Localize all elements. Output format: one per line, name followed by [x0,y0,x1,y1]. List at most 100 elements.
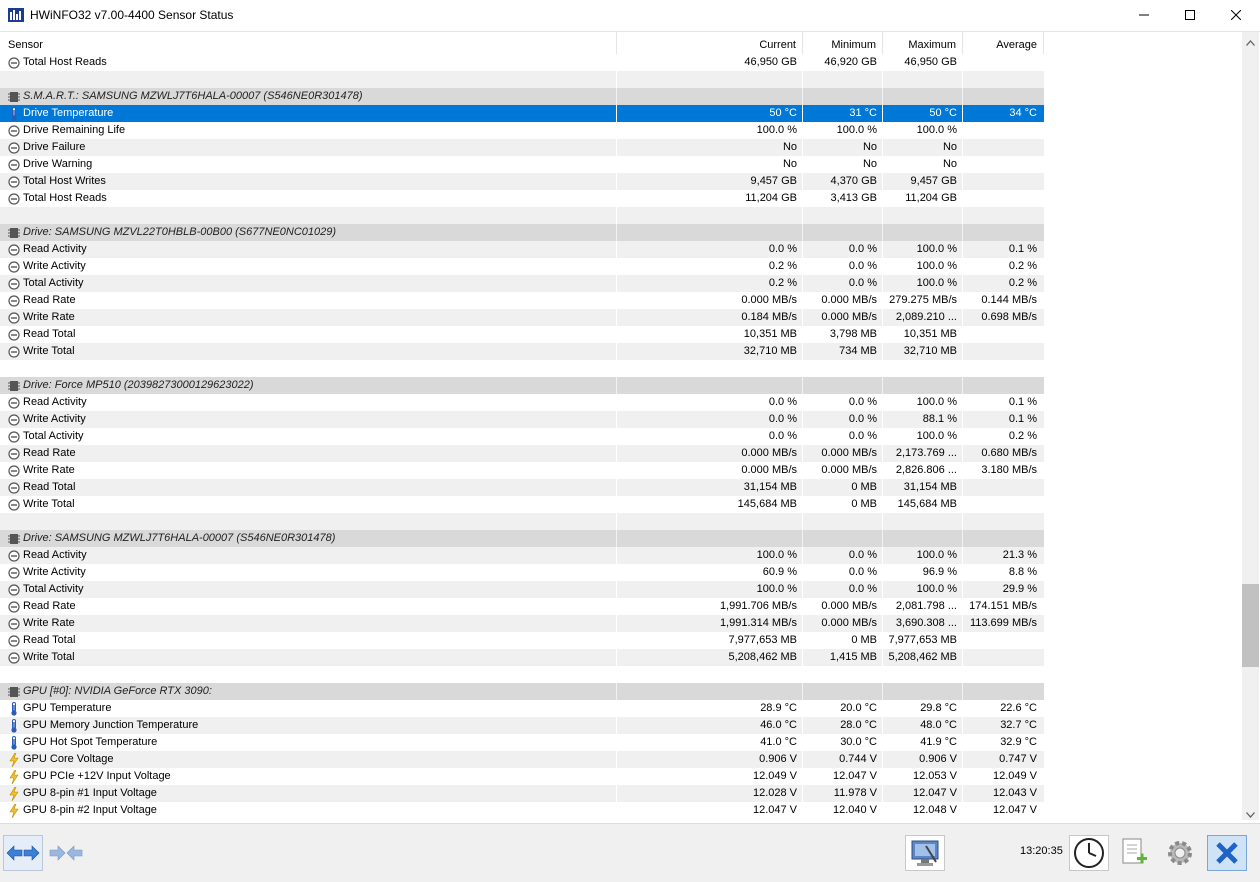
sensor-row[interactable]: Write Total 145,684 MB 0 MB 145,684 MB [0,496,1044,513]
timer-button[interactable] [1069,835,1109,871]
current-value: 0.0 % [768,243,797,255]
scroll-down-button[interactable] [1242,806,1259,823]
sensor-row[interactable]: Drive Warning No No No [0,156,1044,173]
sensor-group-header[interactable]: Drive: SAMSUNG MZVL22T0HBLB-00B00 (S677N… [0,224,1044,241]
sensor-row[interactable]: GPU PCIe +12V Input Voltage 12.049 V 12.04… [0,768,1044,785]
sensor-name-cell: Total Host Reads [8,54,107,71]
sensor-row[interactable]: Write Rate 1,991.314 MB/s 0.000 MB/s 3,690.… [0,615,1044,632]
sensor-row[interactable]: Drive Failure No No No [0,139,1044,156]
column-divider [802,224,803,241]
column-header-current[interactable]: Current [617,32,803,54]
sensor-group-header[interactable]: GPU [#0]: NVIDIA GeForce RTX 3090: [0,683,1044,700]
average-value [963,54,1043,71]
layout-arrows-alt-button[interactable] [46,835,86,871]
sensor-label: Read Total [23,328,76,340]
sensor-row[interactable]: Write Activity 0.0 % 0.0 % 88.1 % 0.1 % [0,411,1044,428]
maximize-button[interactable] [1167,0,1213,30]
sensor-group-header[interactable]: Drive: SAMSUNG MZWLJ7T6HALA-00007 (S546N… [0,530,1044,547]
sensor-row[interactable]: Total Host Writes 9,457 GB 4,370 GB 9,457 G… [0,173,1044,190]
sensor-row[interactable]: GPU 8-pin #2 Input Voltage 12.047 V 12.040… [0,802,1044,819]
vertical-scrollbar[interactable] [1242,32,1259,820]
column-divider [802,666,803,683]
minimum-value: 0.0 % [848,566,877,578]
sensor-row[interactable]: Read Rate 1,991.706 MB/s 0.000 MB/s 2,081.7… [0,598,1044,615]
sensor-group-header[interactable]: S.M.A.R.T.: SAMSUNG MZWLJ7T6HALA-00007 (… [0,88,1044,105]
scroll-up-button[interactable] [1242,34,1259,51]
sensor-group-header[interactable]: Drive: Force MP510 (20398273000129623022… [0,377,1044,394]
sensor-name-cell: S.M.A.R.T.: SAMSUNG MZWLJ7T6HALA-00007 (… [8,88,363,105]
sensor-row[interactable]: Read Activity 0.0 % 0.0 % 100.0 % 0.1 % [0,394,1044,411]
close-window-button[interactable] [1213,0,1259,30]
sensor-label: Write Total [23,498,75,510]
sensor-row[interactable]: Total Activity 100.0 % 0.0 % 100.0 % 29.9 % [0,581,1044,598]
column-header-minimum[interactable]: Minimum [803,32,883,54]
minimize-button[interactable] [1121,0,1167,30]
sensor-row[interactable]: GPU 8-pin #1 Input Voltage 12.028 V 11.978… [0,785,1044,802]
current-value: 12.047 V [752,804,797,816]
minimum-value: No [862,158,877,170]
current-value: 50 °C [769,107,797,119]
maximize-icon [1185,10,1195,20]
column-divider [962,224,963,241]
sensor-name-cell: GPU Memory Junction Temperature [8,717,198,734]
average-value [963,496,1043,513]
sensor-row[interactable]: Drive Temperature 50 °C 31 °C 50 °C 34 °C [0,105,1044,122]
sensor-row[interactable]: Total Activity 0.0 % 0.0 % 100.0 % 0.2 % [0,428,1044,445]
sensor-row[interactable]: Total Host Reads 46,950 GB 46,920 GB 46,950… [0,54,1044,71]
sensor-row[interactable]: GPU Temperature 28.9 °C 20.0 °C 29.8 °C 22.6… [0,700,1044,717]
settings-button[interactable] [1160,835,1200,871]
sensor-row[interactable]: Read Total 7,977,653 MB 0 MB 7,977,653 MB [0,632,1044,649]
sensor-row[interactable]: Read Total 10,351 MB 3,798 MB 10,351 MB [0,326,1044,343]
layout-arrows-button[interactable] [3,835,43,871]
column-divider [616,71,617,88]
sensor-row[interactable]: Total Activity 0.2 % 0.0 % 100.0 % 0.2 % [0,275,1044,292]
maximum-value: 31,154 MB [903,481,957,493]
column-header-maximum[interactable]: Maximum [883,32,963,54]
sensor-row[interactable]: Read Activity 100.0 % 0.0 % 100.0 % 21.3 % [0,547,1044,564]
column-divider [962,71,963,88]
current-value: 0.0 % [768,413,797,425]
current-value: 0.0 % [768,430,797,442]
sensor-row[interactable]: Write Total 5,208,462 MB 1,415 MB 5,208,462… [0,649,1044,666]
sensor-row[interactable]: Write Activity 60.9 % 0.0 % 96.9 % 8.8 % [0,564,1044,581]
scrollbar-thumb[interactable] [1242,584,1259,667]
sensor-circle-icon [8,243,20,256]
clock-readout: 13:20:35 [1020,845,1063,857]
sensor-row[interactable]: Read Activity 0.0 % 0.0 % 100.0 % 0.1 % [0,241,1044,258]
sensor-circle-icon [8,311,20,324]
report-button[interactable] [905,835,945,871]
close-sensors-button[interactable] [1207,835,1247,871]
sensor-row[interactable]: Total Host Reads 11,204 GB 3,413 GB 11,204 … [0,190,1044,207]
column-divider [616,530,617,547]
sensor-label: GPU Hot Spot Temperature [23,736,158,748]
sensor-name-cell: Write Rate [8,309,75,326]
sensor-row[interactable]: Write Activity 0.2 % 0.0 % 100.0 % 0.2 % [0,258,1044,275]
sensor-row[interactable]: GPU Memory Junction Temperature 46.0 °C 28… [0,717,1044,734]
sensor-row[interactable]: GPU Core Voltage 0.906 V 0.744 V 0.906 V 0.7… [0,751,1044,768]
sensor-row[interactable]: Write Rate 0.184 MB/s 0.000 MB/s 2,089.210 … [0,309,1044,326]
minimum-value: 0.0 % [848,549,877,561]
sensor-row[interactable]: Read Rate 0.000 MB/s 0.000 MB/s 2,173.769 .… [0,445,1044,462]
sensor-label: GPU 8-pin #1 Input Voltage [23,787,157,799]
sensor-label: GPU PCIe +12V Input Voltage [23,770,171,782]
sensor-name-cell: GPU 8-pin #2 Input Voltage [8,802,157,819]
maximum-value: 0.906 V [919,753,957,765]
column-divider [616,513,617,530]
sensor-grid[interactable]: Sensor Current Minimum Maximum Average T… [0,32,1242,820]
sensor-row[interactable]: Read Rate 0.000 MB/s 0.000 MB/s 279.275 MB/… [0,292,1044,309]
sensor-circle-icon [8,345,20,358]
sensor-row[interactable]: Write Total 32,710 MB 734 MB 32,710 MB [0,343,1044,360]
sensor-label: GPU Core Voltage [23,753,114,765]
minimum-value: 4,370 GB [830,175,877,187]
sensor-row[interactable]: Read Total 31,154 MB 0 MB 31,154 MB [0,479,1044,496]
sensor-row[interactable]: Write Rate 0.000 MB/s 0.000 MB/s 2,826.806 … [0,462,1044,479]
minimum-value: 31 °C [849,107,877,119]
column-header-sensor[interactable]: Sensor [0,32,617,54]
average-value [963,649,1043,666]
column-header-average[interactable]: Average [963,32,1044,54]
sensor-row[interactable]: Drive Remaining Life 100.0 % 100.0 % 100.0 … [0,122,1044,139]
sensor-name-cell: GPU [#0]: NVIDIA GeForce RTX 3090: [8,683,212,700]
average-value: 0.1 % [1008,396,1037,408]
add-log-button[interactable] [1114,835,1154,871]
sensor-row[interactable]: GPU Hot Spot Temperature 41.0 °C 30.0 °C 41… [0,734,1044,751]
